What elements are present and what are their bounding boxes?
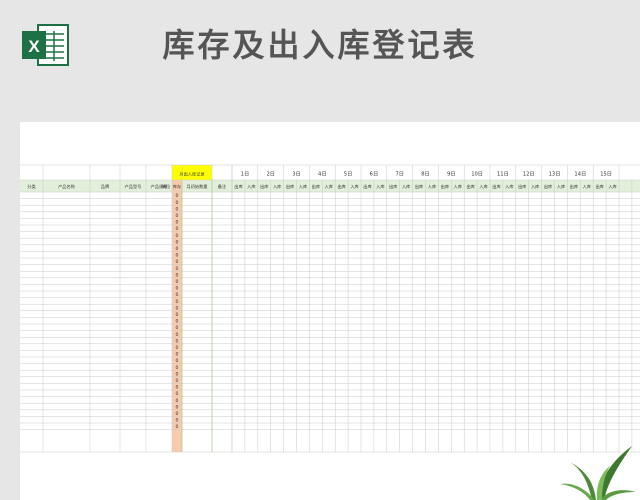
stock-cell: 0 bbox=[176, 352, 179, 358]
stock-cell: 0 bbox=[176, 312, 179, 318]
out-header: 出库 bbox=[363, 183, 371, 190]
stock-cell: 0 bbox=[176, 424, 179, 430]
day-header: 2日 bbox=[266, 171, 275, 178]
in-header: 入库 bbox=[350, 183, 358, 190]
stock-cell: 0 bbox=[176, 418, 179, 424]
out-header: 出库 bbox=[544, 183, 552, 190]
in-header: 入库 bbox=[454, 183, 462, 190]
stock-cell: 0 bbox=[176, 226, 179, 232]
stock-cell: 0 bbox=[176, 233, 179, 239]
stock-cell: 0 bbox=[176, 266, 179, 272]
stock-cell: 0 bbox=[176, 213, 179, 219]
day-header: 9日 bbox=[447, 171, 456, 178]
in-header: 入库 bbox=[299, 183, 307, 190]
stock-cell: 0 bbox=[176, 391, 179, 397]
day-header: 5日 bbox=[344, 171, 353, 178]
column-header-product_name: 产品名称 bbox=[58, 183, 75, 190]
in-header: 入库 bbox=[557, 183, 565, 190]
stock-cell: 0 bbox=[176, 345, 179, 351]
day-header: 10日 bbox=[471, 171, 483, 178]
stock-cell: 0 bbox=[176, 220, 179, 226]
spreadsheet-sheet[interactable]: 月出入库记录 分类 产品名称 品牌 产品型号 产品规格 单位 库存 月初始数量 备注 1日 出库 入库 2… bbox=[20, 122, 640, 500]
stock-cell: 0 bbox=[176, 385, 179, 391]
stock-cell: 0 bbox=[176, 272, 179, 278]
stock-cell: 0 bbox=[176, 259, 179, 265]
stock-cell: 0 bbox=[176, 305, 179, 311]
day-header: 13日 bbox=[549, 171, 561, 178]
out-header: 出库 bbox=[260, 183, 268, 190]
stock-cell: 0 bbox=[176, 292, 179, 298]
day-header: 3日 bbox=[292, 171, 301, 178]
stock-cell: 0 bbox=[176, 200, 179, 206]
stock-cell: 0 bbox=[176, 398, 179, 404]
page-title: 库存及出入库登记表 bbox=[162, 26, 478, 64]
stock-cell: 0 bbox=[176, 358, 179, 364]
plant-icon bbox=[560, 446, 636, 500]
in-header: 入库 bbox=[531, 183, 539, 190]
grid-lines bbox=[20, 164, 640, 453]
out-header: 出库 bbox=[466, 183, 474, 190]
in-header: 入库 bbox=[428, 183, 436, 190]
out-header: 出库 bbox=[312, 183, 320, 190]
out-header: 出库 bbox=[570, 183, 578, 190]
day-header: 6日 bbox=[370, 171, 379, 178]
out-header: 出库 bbox=[415, 183, 423, 190]
out-header: 出库 bbox=[518, 183, 526, 190]
out-header: 出库 bbox=[441, 183, 449, 190]
out-header: 出库 bbox=[286, 183, 294, 190]
day-header: 15日 bbox=[600, 171, 612, 178]
column-header-opening_qty: 月初始数量 bbox=[187, 183, 208, 190]
day-header: 12日 bbox=[523, 171, 535, 178]
day-header: 8日 bbox=[421, 171, 430, 178]
stock-cell: 0 bbox=[176, 246, 179, 252]
stock-cell: 0 bbox=[176, 319, 179, 325]
day-header: 1日 bbox=[241, 171, 250, 178]
stock-cell: 0 bbox=[176, 206, 179, 212]
stock-cell: 0 bbox=[176, 404, 179, 410]
in-header: 入库 bbox=[273, 183, 281, 190]
column-header-stock: 库存 bbox=[173, 183, 181, 190]
stock-cell: 0 bbox=[176, 371, 179, 377]
day-header: 4日 bbox=[318, 171, 327, 178]
column-header-category: 分类 bbox=[27, 183, 36, 190]
out-header: 出库 bbox=[492, 183, 500, 190]
in-header: 入库 bbox=[608, 183, 616, 190]
in-header: 入库 bbox=[376, 183, 384, 190]
column-header-remark: 备注 bbox=[218, 183, 227, 190]
stock-cell: 0 bbox=[176, 332, 179, 338]
day-header: 11日 bbox=[497, 171, 509, 178]
day-header: 7日 bbox=[395, 171, 404, 178]
in-header: 入库 bbox=[479, 183, 487, 190]
month-label: 月出入库记录 bbox=[179, 171, 204, 178]
column-header-model: 产品型号 bbox=[125, 183, 142, 190]
stock-cell: 0 bbox=[176, 338, 179, 344]
spreadsheet-grid: 月出入库记录分类 产品名称 品牌 产品型号 产品规格单位 库存 月初始数量 备注1日出库 入库2… bbox=[20, 164, 640, 453]
stock-cell: 0 bbox=[176, 299, 179, 305]
in-header: 入库 bbox=[505, 183, 513, 190]
out-header: 出库 bbox=[389, 183, 397, 190]
in-header: 入库 bbox=[402, 183, 410, 190]
stock-cell: 0 bbox=[176, 411, 179, 417]
stock-cell: 0 bbox=[176, 365, 179, 371]
stock-cell: 0 bbox=[176, 286, 179, 292]
stock-cell: 0 bbox=[176, 279, 179, 285]
column-header-unit: 单位 bbox=[162, 183, 170, 190]
stock-cell: 0 bbox=[176, 193, 179, 199]
in-header: 入库 bbox=[247, 183, 255, 190]
column-header-brand: 品牌 bbox=[101, 183, 109, 190]
stock-cell: 0 bbox=[176, 325, 179, 331]
stock-cell: 0 bbox=[176, 378, 179, 384]
in-header: 入库 bbox=[583, 183, 591, 190]
in-header: 入库 bbox=[325, 183, 333, 190]
stock-cell: 0 bbox=[176, 253, 179, 259]
stock-cell: 0 bbox=[176, 239, 179, 245]
day-header: 14日 bbox=[574, 171, 586, 178]
out-header: 出库 bbox=[337, 183, 345, 190]
out-header: 出库 bbox=[595, 183, 603, 190]
out-header: 出库 bbox=[234, 183, 242, 190]
